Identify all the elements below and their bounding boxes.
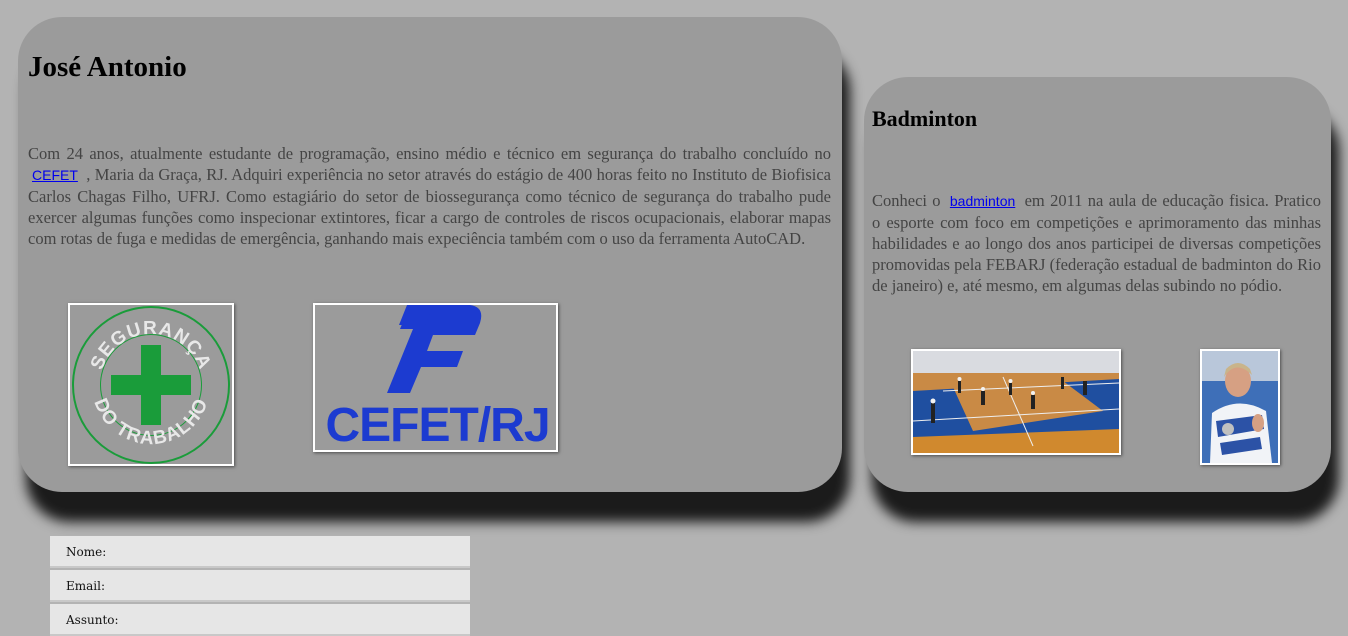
cefet-link[interactable]: CEFET	[28, 167, 82, 183]
subject-field[interactable]: Assunto:	[50, 604, 470, 636]
name-field[interactable]: Nome:	[50, 536, 470, 568]
about-card: José Antonio Com 24 anos, atualmente est…	[18, 17, 842, 492]
badminton-link[interactable]: badminton	[946, 193, 1019, 209]
cefet-logo-text: CEFET/RJ	[325, 399, 550, 452]
page-title: José Antonio	[28, 51, 187, 83]
about-paragraph: Com 24 anos, atualmente estudante de pro…	[28, 143, 831, 249]
badminton-player-photo	[1200, 349, 1280, 465]
name-label: Nome:	[66, 545, 107, 559]
email-label: Email:	[66, 579, 106, 593]
badminton-paragraph: Conheci o badminton em 2011 na aula de e…	[872, 190, 1321, 296]
about-text-end: , Maria da Graça, RJ. Adquiri experiênci…	[28, 165, 831, 248]
seguranca-trabalho-logo: SEGURANÇA DO TRABALHO	[68, 303, 234, 466]
badminton-card: Badminton Conheci o badminton em 2011 na…	[864, 77, 1331, 492]
cefet-emblem-icon	[387, 305, 482, 393]
badminton-title: Badminton	[872, 106, 978, 131]
about-text-start: Com 24 anos, atualmente estudante de pro…	[28, 144, 831, 163]
cefet-logo: CEFET/RJ	[313, 303, 558, 452]
email-field[interactable]: Email:	[50, 570, 470, 602]
badminton-text-start: Conheci o	[872, 191, 946, 210]
badminton-court-photo	[911, 349, 1121, 455]
